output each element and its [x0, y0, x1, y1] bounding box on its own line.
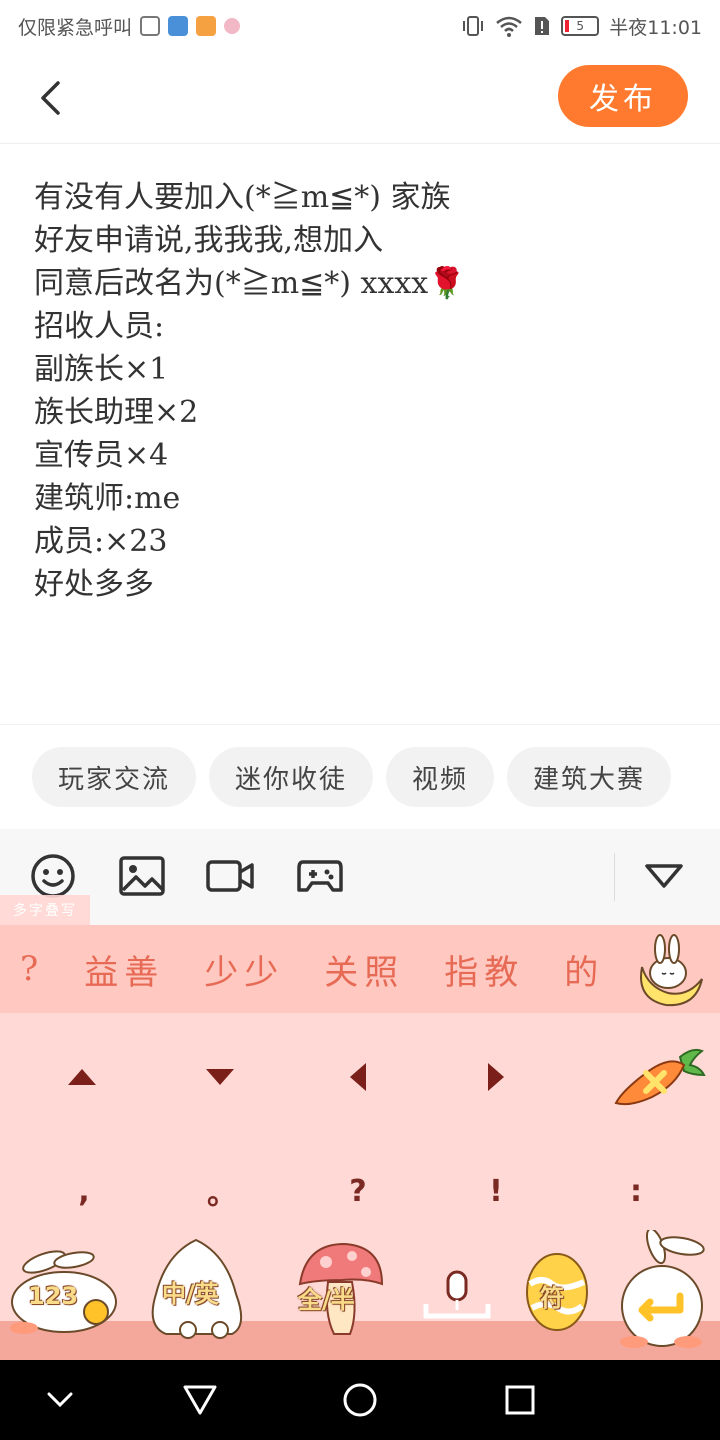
- cursor-down-key[interactable]: [200, 1057, 240, 1097]
- video-icon: [206, 860, 254, 892]
- enter-key[interactable]: [616, 1230, 716, 1350]
- microphone-icon: [423, 1270, 491, 1319]
- collapse-icon: [645, 864, 683, 888]
- bunny-enter-icon: [620, 1230, 705, 1348]
- chevron-down-icon: [47, 1392, 73, 1408]
- bunny-moon-icon[interactable]: [622, 927, 706, 1011]
- circle-home-icon: [343, 1383, 377, 1417]
- publish-button[interactable]: 发布: [558, 65, 688, 127]
- post-text-area[interactable]: 有没有人要加入(*≧m≦*) 家族 好友申请说,我我我,想加入 同意后改名为(*…: [34, 176, 684, 606]
- battery-level: 5: [576, 19, 585, 33]
- toolbar-divider: [614, 853, 615, 901]
- post-line: 招收人员:: [34, 309, 165, 344]
- tag-mini-apprentice[interactable]: 迷你收徒: [209, 747, 374, 807]
- topic-tags: 玩家交流 迷你收徒 视频 建筑大赛: [0, 724, 720, 829]
- emoji-icon: [31, 854, 75, 898]
- post-line: 成员:×23: [34, 524, 168, 559]
- handwrite-mode-label[interactable]: 多字叠写: [0, 895, 90, 925]
- post-line: 同意后改名为(*≧m≦*) xxxx🌹: [34, 266, 466, 301]
- width-switch-label: 全/半: [298, 1286, 355, 1314]
- emoji-button[interactable]: [29, 853, 77, 899]
- numbers-key-label: 123: [28, 1282, 79, 1310]
- post-line: 副族长×1: [34, 352, 169, 387]
- post-line: 好友申请说,我我我,想加入: [34, 223, 384, 258]
- nav-hide-keyboard-button[interactable]: [40, 1380, 80, 1420]
- vibrate-icon: [463, 16, 484, 36]
- nav-home-button[interactable]: [340, 1380, 380, 1420]
- cursor-left-key[interactable]: [338, 1057, 378, 1097]
- status-bar: 仅限紧急呼叫 5 半夜11:01: [0, 0, 720, 52]
- candidate-word[interactable]: 的: [564, 945, 604, 994]
- triangle-left-icon: [350, 1063, 366, 1091]
- app-header: 发布: [0, 52, 720, 144]
- triangle-down-icon: [206, 1069, 234, 1085]
- tag-player-chat[interactable]: 玩家交流: [32, 747, 197, 807]
- symbols-key-label: 符: [540, 1284, 564, 1312]
- wifi-icon: [496, 16, 523, 37]
- shield-icon: [168, 16, 189, 36]
- post-line: 宣传员×4: [34, 438, 169, 473]
- image-button[interactable]: [118, 853, 166, 899]
- punct-key[interactable]: ?: [328, 1165, 388, 1217]
- cursor-up-key[interactable]: [62, 1057, 102, 1097]
- ime-keyboard: ? 益善 少少 关照 指教 的 , 。 ? ! : 123 中/英 全/半 符: [0, 925, 720, 1360]
- sim-alert-icon: [535, 17, 550, 35]
- video-button[interactable]: [206, 853, 254, 899]
- gamepad-icon: [297, 860, 343, 892]
- collapse-keyboard-button[interactable]: [640, 853, 688, 899]
- candidate-word[interactable]: 益善: [84, 945, 164, 994]
- post-line: 好处多多: [34, 567, 154, 602]
- lang-switch-label: 中/英: [162, 1280, 219, 1308]
- clock: 半夜11:01: [609, 16, 702, 39]
- nav-back-button[interactable]: [180, 1380, 220, 1420]
- system-nav-bar: [0, 1360, 720, 1440]
- post-line: 族长助理×2: [34, 395, 199, 430]
- lang-switch-key[interactable]: 中/英: [136, 1230, 256, 1350]
- post-line: 建筑师:me: [34, 481, 181, 516]
- nav-recents-button[interactable]: [500, 1380, 540, 1420]
- candidate-word[interactable]: 指教: [444, 945, 524, 994]
- triangle-up-icon: [68, 1069, 96, 1085]
- numbers-key[interactable]: 123: [4, 1230, 118, 1350]
- post-line: 有没有人要加入(*≧m≦*) 家族: [34, 180, 451, 215]
- symbols-key[interactable]: 符: [520, 1230, 594, 1350]
- punct-key[interactable]: !: [466, 1165, 526, 1217]
- game-button[interactable]: [296, 853, 344, 899]
- image-icon: [119, 856, 165, 896]
- candidate-word[interactable]: 关照: [324, 945, 404, 994]
- compose-toolbar: [0, 829, 720, 925]
- candidate-word[interactable]: ?: [20, 949, 44, 989]
- battery-icon: 5: [561, 16, 600, 36]
- delete-carrot-icon[interactable]: [610, 1037, 706, 1117]
- width-switch-key[interactable]: 全/半: [286, 1230, 396, 1350]
- punct-key[interactable]: 。: [192, 1165, 252, 1217]
- cursor-right-key[interactable]: [476, 1057, 516, 1097]
- play-icon: [196, 16, 217, 36]
- voice-input-key[interactable]: [420, 1230, 494, 1350]
- punct-key[interactable]: ,: [54, 1165, 114, 1217]
- tag-build-contest[interactable]: 建筑大赛: [507, 747, 672, 807]
- chevron-left-icon: [41, 81, 60, 115]
- square-recents-icon: [505, 1385, 535, 1415]
- flower-icon: [224, 18, 241, 34]
- punctuation-row: , 。 ? ! :: [0, 1165, 720, 1217]
- candidate-bar: ? 益善 少少 关照 指教 的: [0, 925, 720, 1013]
- candidate-word[interactable]: 少少: [204, 945, 284, 994]
- punct-key[interactable]: :: [606, 1165, 666, 1217]
- document-icon: [140, 16, 161, 36]
- carrier-text: 仅限紧急呼叫: [18, 16, 133, 39]
- triangle-back-icon: [183, 1385, 217, 1415]
- tag-video[interactable]: 视频: [386, 747, 495, 807]
- triangle-right-icon: [488, 1063, 504, 1091]
- back-button[interactable]: [30, 76, 70, 120]
